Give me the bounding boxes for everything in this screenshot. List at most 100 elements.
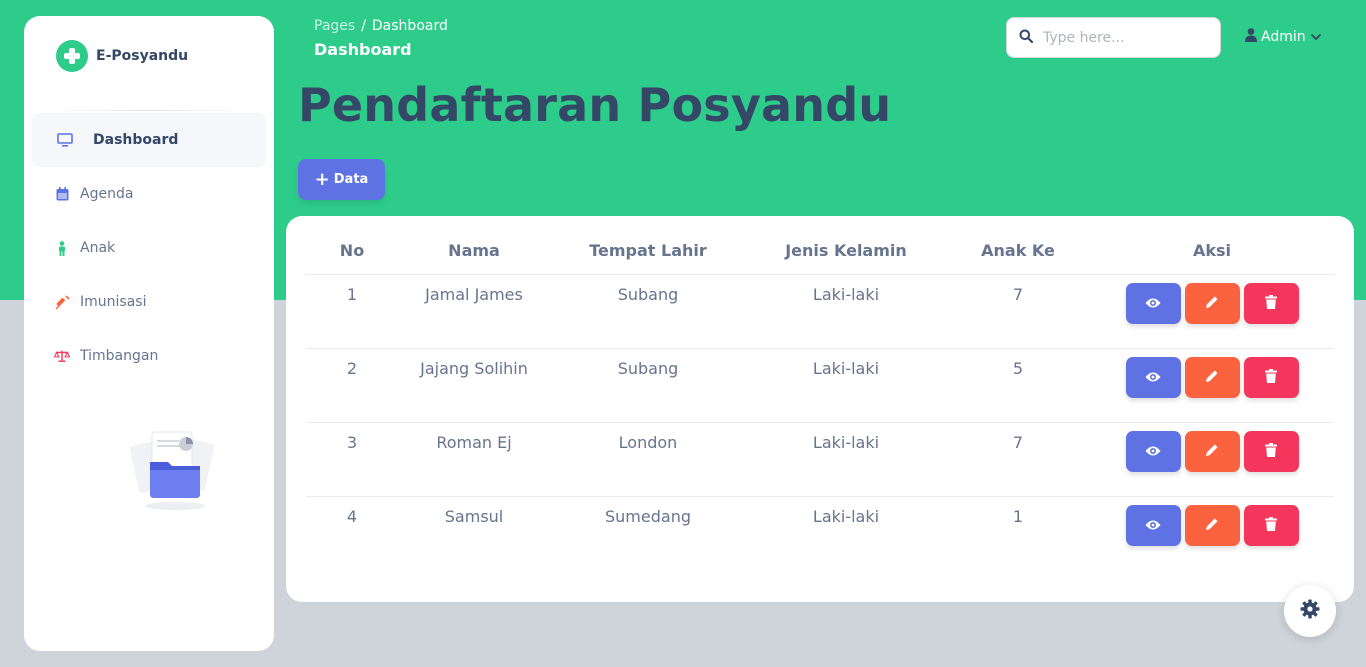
cell-actions [1090, 348, 1334, 423]
eye-icon [1145, 442, 1161, 461]
sidebar-item-label: Timbangan [80, 348, 159, 364]
data-table: No Nama Tempat Lahir Jenis Kelamin Anak … [306, 228, 1334, 570]
cell-actions [1090, 496, 1334, 570]
scale-icon [54, 348, 70, 364]
column-header-aksi: Aksi [1090, 228, 1334, 275]
calendar-icon [54, 186, 70, 202]
sidebar-item-imunisasi[interactable]: Imunisasi [32, 275, 266, 329]
table-row: 3 Roman Ej London Laki-laki 7 [306, 422, 1334, 497]
pencil-icon [1205, 294, 1219, 313]
cell-anak-ke: 7 [946, 274, 1090, 349]
cell-no: 1 [306, 274, 398, 349]
table-row: 2 Jajang Solihin Subang Laki-laki 5 [306, 348, 1334, 423]
breadcrumb-root[interactable]: Pages [314, 18, 355, 34]
sidebar-item-label: Agenda [80, 186, 134, 202]
pencil-icon [1205, 368, 1219, 387]
monitor-icon [57, 132, 73, 148]
add-data-label: Data [333, 172, 369, 187]
trash-icon [1265, 442, 1277, 461]
view-button[interactable] [1125, 504, 1181, 546]
cell-tempat-lahir: Sumedang [605, 506, 691, 526]
column-header-jenis-kelamin: Jenis Kelamin [746, 228, 946, 275]
eye-icon [1145, 294, 1161, 313]
add-data-button[interactable]: + Data [298, 159, 385, 200]
sidebar-item-timbangan[interactable]: Timbangan [32, 329, 266, 383]
sidebar: E-Posyandu Dashboard Agenda Anak Imunisa… [24, 16, 274, 651]
delete-button[interactable] [1243, 430, 1299, 472]
pencil-icon [1205, 442, 1219, 461]
data-table-card: No Nama Tempat Lahir Jenis Kelamin Anak … [286, 216, 1354, 602]
table-row: 1 Jamal James Subang Laki-laki 7 [306, 274, 1334, 349]
edit-button[interactable] [1184, 356, 1240, 398]
cell-nama: Jamal James [398, 274, 550, 349]
cell-nama: Jajang Solihin [398, 348, 550, 423]
view-button[interactable] [1125, 356, 1181, 398]
column-header-no: No [306, 228, 398, 275]
edit-button[interactable] [1184, 430, 1240, 472]
delete-button[interactable] [1243, 356, 1299, 398]
cell-tempat-lahir: London [550, 422, 746, 497]
cell-nama: Roman Ej [398, 422, 550, 497]
view-button[interactable] [1125, 430, 1181, 472]
page-title: Pendaftaran Posyandu [298, 78, 892, 132]
cell-anak-ke: 1 [1012, 506, 1024, 526]
sidebar-item-agenda[interactable]: Agenda [32, 167, 266, 221]
edit-button[interactable] [1184, 282, 1240, 324]
breadcrumb-current: Dashboard [371, 18, 448, 34]
view-button[interactable] [1125, 282, 1181, 324]
cell-anak-ke: 7 [946, 422, 1090, 497]
trash-icon [1265, 294, 1277, 313]
plus-icon: + [314, 168, 330, 190]
trash-icon [1265, 368, 1277, 387]
sidebar-item-label: Dashboard [93, 132, 179, 148]
gear-icon [1300, 599, 1320, 623]
cell-actions [1090, 422, 1334, 497]
user-label: Admin [1261, 29, 1306, 45]
delete-button[interactable] [1243, 504, 1299, 546]
settings-button[interactable] [1284, 585, 1336, 637]
eye-icon [1145, 516, 1161, 535]
sidebar-nav: Dashboard Agenda Anak Imunisasi Timbanga… [32, 113, 266, 383]
column-header-anak-ke: Anak Ke [946, 228, 1090, 275]
chevron-down-icon [1310, 29, 1322, 45]
table-row: 4 Samsul Sumedang Laki-laki 1 [306, 496, 1334, 570]
user-icon [1245, 28, 1257, 46]
sidebar-item-label: Anak [80, 240, 116, 256]
cell-anak-ke: 5 [946, 348, 1090, 423]
syringe-icon [54, 294, 70, 310]
child-icon [54, 240, 70, 256]
column-header-nama: Nama [398, 228, 550, 275]
sidebar-divider [48, 110, 250, 111]
plus-logo-icon [56, 40, 88, 72]
search-box[interactable] [1006, 17, 1221, 58]
cell-no: 3 [306, 422, 398, 497]
cell-no: 2 [306, 348, 398, 423]
table-header-row: No Nama Tempat Lahir Jenis Kelamin Anak … [306, 228, 1334, 275]
header-title: Dashboard [314, 40, 412, 59]
sidebar-item-label: Imunisasi [80, 294, 147, 310]
cell-jenis-kelamin: Laki-laki [746, 274, 946, 349]
delete-button[interactable] [1243, 282, 1299, 324]
breadcrumb: Pages / Dashboard [314, 18, 448, 34]
brand-name: E-Posyandu [96, 48, 189, 64]
eye-icon [1145, 368, 1161, 387]
cell-actions [1090, 274, 1334, 349]
cell-jenis-kelamin: Laki-laki [746, 348, 946, 423]
cell-jenis-kelamin: Laki-laki [746, 422, 946, 497]
column-header-tempat-lahir: Tempat Lahir [550, 228, 746, 275]
search-icon [1019, 28, 1034, 47]
edit-button[interactable] [1184, 504, 1240, 546]
breadcrumb-separator: / [361, 18, 366, 34]
search-input[interactable] [1043, 29, 1203, 46]
brand[interactable]: E-Posyandu [56, 40, 188, 72]
pencil-icon [1205, 516, 1219, 535]
cell-no: 4 [346, 506, 358, 526]
cell-tempat-lahir: Subang [550, 348, 746, 423]
sidebar-item-dashboard[interactable]: Dashboard [32, 113, 266, 167]
cell-tempat-lahir: Subang [550, 274, 746, 349]
trash-icon [1265, 516, 1277, 535]
user-menu[interactable]: Admin [1245, 28, 1322, 46]
sidebar-item-anak[interactable]: Anak [32, 221, 266, 275]
cell-jenis-kelamin: Laki-laki [812, 506, 880, 526]
folder-illustration [124, 428, 220, 512]
